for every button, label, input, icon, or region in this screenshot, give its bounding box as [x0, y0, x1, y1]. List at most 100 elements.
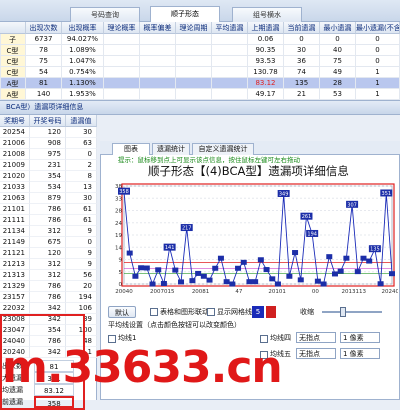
list-cell[interactable]: 22032 — [0, 303, 30, 314]
list-cell[interactable]: 342 — [30, 303, 66, 314]
list-header-cell[interactable]: 奖期号 — [0, 115, 30, 127]
list-cell[interactable]: 312 — [30, 259, 66, 270]
grid-cell: 36 — [284, 56, 320, 67]
list-cell[interactable]: 21134 — [0, 226, 30, 237]
list-cell[interactable]: 9 — [66, 226, 97, 237]
tab-custom-omission[interactable]: 自定义遗漏统计 — [192, 143, 254, 155]
grid-cell — [104, 56, 140, 67]
list-cell[interactable]: 63 — [66, 138, 97, 149]
list-cell[interactable]: 21111 — [0, 215, 30, 226]
list-cell[interactable]: 354 — [30, 171, 66, 182]
list-cell[interactable]: 231 — [30, 160, 66, 171]
list-cell[interactable]: 21009 — [0, 160, 30, 171]
list-cell[interactable]: 21213 — [0, 259, 30, 270]
list-cell[interactable]: 20 — [66, 281, 97, 292]
list-cell[interactable]: 312 — [30, 226, 66, 237]
grid-row-name: A型 — [0, 89, 26, 100]
list-cell[interactable]: 21008 — [0, 149, 30, 160]
show-grid-checkbox[interactable] — [207, 308, 215, 316]
list-cell[interactable]: 908 — [30, 138, 66, 149]
list-cell[interactable]: 61 — [66, 215, 97, 226]
data-label: 349 — [279, 191, 289, 197]
list-cell[interactable]: 312 — [30, 270, 66, 281]
list-cell[interactable]: 21033 — [0, 182, 30, 193]
list-cell[interactable]: 786 — [30, 215, 66, 226]
data-point — [343, 255, 350, 261]
list-cell[interactable]: 2 — [66, 160, 97, 171]
grid-cell — [176, 89, 212, 100]
list-cell[interactable]: 56 — [66, 270, 97, 281]
grid-cell — [140, 34, 176, 45]
list-cell[interactable]: 21149 — [0, 237, 30, 248]
data-label: 194 — [307, 231, 317, 237]
list-cell[interactable]: 534 — [30, 182, 66, 193]
grid-header-cell[interactable]: 理论概率 — [104, 22, 140, 34]
list-cell[interactable]: 21020 — [0, 171, 30, 182]
list-cell[interactable]: 8 — [66, 171, 97, 182]
x-tick-label: 47 — [235, 289, 242, 295]
grid-header-cell[interactable]: 出现概率 — [62, 22, 104, 34]
grid-header-cell[interactable]: 平均遗漏 — [212, 22, 248, 34]
grid-header-cell[interactable]: 最小遗漏 — [320, 22, 356, 34]
list-cell[interactable]: 30 — [66, 127, 97, 138]
list-cell[interactable]: 120 — [30, 127, 66, 138]
list-cell[interactable]: 30 — [66, 193, 97, 204]
tab-group-number[interactable]: 组号横水 — [232, 7, 302, 22]
list-cell[interactable]: 786 — [30, 281, 66, 292]
list-cell[interactable]: 21313 — [0, 270, 30, 281]
tab-omission-stats[interactable]: 遗漏统计 — [152, 143, 190, 155]
grid-header-cell[interactable]: 当前遗漏 — [284, 22, 320, 34]
grid-header-cell[interactable]: 上期遗漏 — [248, 22, 284, 34]
data-point — [337, 268, 344, 274]
list-cell[interactable]: 9 — [66, 248, 97, 259]
shrink-slider-track[interactable] — [322, 311, 382, 313]
shrink-slider-thumb[interactable] — [340, 307, 346, 317]
list-cell[interactable]: 194 — [66, 292, 97, 303]
chart-title: 顺子形态【(4)BCA型】遗漏项详细信息 — [148, 164, 349, 178]
list-cell[interactable]: 106 — [66, 303, 97, 314]
list-cell[interactable]: 675 — [30, 237, 66, 248]
list-cell[interactable]: 21329 — [0, 281, 30, 292]
speed-value[interactable]: 5 — [252, 306, 264, 318]
grid-cell — [176, 56, 212, 67]
grid-header-cell[interactable]: 理论周期 — [176, 22, 212, 34]
grid-cell — [176, 78, 212, 89]
list-cell[interactable]: 879 — [30, 193, 66, 204]
list-cell[interactable]: 21006 — [0, 138, 30, 149]
table-link-checkbox[interactable] — [150, 308, 158, 316]
default-button[interactable]: 默认 — [108, 306, 136, 318]
grid-cell: 130.78 — [248, 67, 284, 78]
grid-header-cell[interactable] — [0, 22, 26, 34]
tab-number-query[interactable]: 号码查询 — [70, 7, 140, 22]
data-label: 141 — [165, 245, 175, 251]
grid-header-cell[interactable]: 出现次数 — [26, 22, 62, 34]
list-cell[interactable]: 975 — [30, 149, 66, 160]
list-cell[interactable]: 23157 — [0, 292, 30, 303]
tab-chart[interactable]: 图表 — [112, 143, 150, 155]
list-cell[interactable]: 0 — [66, 237, 97, 248]
grid-cell: 0 — [356, 45, 400, 56]
data-point — [274, 281, 281, 287]
grid-cell: 1 — [356, 78, 400, 89]
list-cell[interactable]: 120 — [30, 248, 66, 259]
list-cell[interactable]: 786 — [30, 204, 66, 215]
list-cell[interactable]: 21063 — [0, 193, 30, 204]
tab-shunzi-shape[interactable]: 顺子形态 — [150, 6, 220, 22]
list-cell[interactable]: 786 — [30, 292, 66, 303]
list-cell[interactable]: 13 — [66, 182, 97, 193]
list-header-cell[interactable]: 开奖号码 — [30, 115, 66, 127]
list-cell[interactable]: 21101 — [0, 204, 30, 215]
x-tick-label: 2013113 — [341, 289, 366, 295]
omission-line-chart[interactable]: 3833282419149503581412173492611943071353… — [104, 180, 398, 302]
grid-header-cell[interactable]: 最小遗漏(不含0) — [356, 22, 400, 34]
list-cell[interactable]: 0 — [66, 149, 97, 160]
list-cell[interactable]: 20254 — [0, 127, 30, 138]
list-header-cell[interactable]: 遗漏值 — [66, 115, 97, 127]
grid-header-cell[interactable]: 概率偏差 — [140, 22, 176, 34]
color-button[interactable] — [266, 306, 276, 318]
data-point — [172, 267, 179, 273]
data-point — [189, 278, 196, 284]
list-cell[interactable]: 9 — [66, 259, 97, 270]
list-cell[interactable]: 21121 — [0, 248, 30, 259]
list-cell[interactable]: 61 — [66, 204, 97, 215]
